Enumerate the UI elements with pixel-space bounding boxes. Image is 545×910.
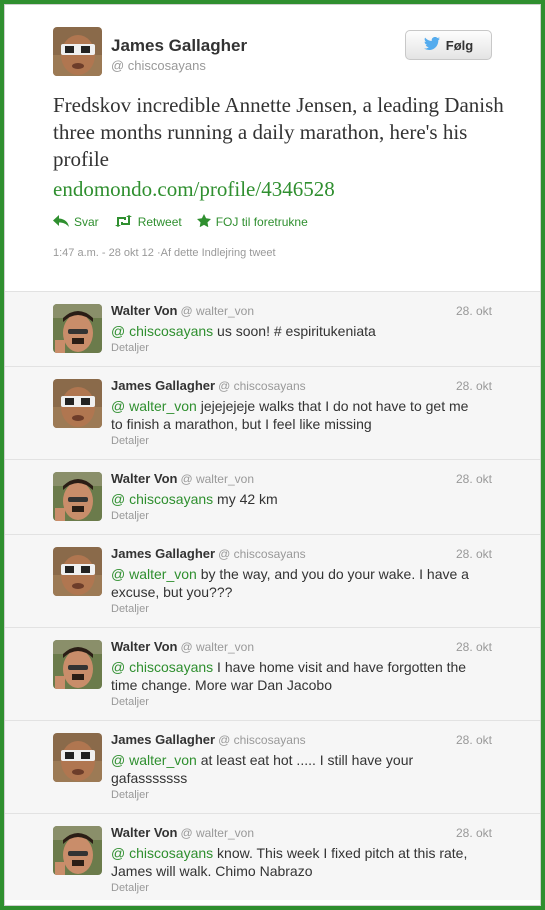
reply-item: Walter Von @ walter_von 28. okt @ chiscos… xyxy=(5,460,540,535)
reply-text: @ chiscosayans my 42 km xyxy=(111,491,278,507)
reply-handle[interactable]: @ walter_von xyxy=(180,826,254,840)
embedded-tweet: James Gallagher @ chiscosayans Følg Fred… xyxy=(4,4,541,906)
reply-handle[interactable]: @ chiscosayans xyxy=(218,547,306,561)
reply-icon xyxy=(53,214,69,230)
reply-details-link[interactable]: Detaljer xyxy=(111,696,149,708)
favorite-action[interactable]: FOJ til foretrukne xyxy=(196,214,308,230)
reply-mention[interactable]: @ chiscosayans xyxy=(111,323,213,339)
reply-mention[interactable]: @ chiscosayans xyxy=(111,659,213,675)
reply-mention[interactable]: @ walter_von xyxy=(111,752,197,768)
retweet-label: Retweet xyxy=(137,215,182,229)
reply-details-link[interactable]: Detaljer xyxy=(111,789,149,801)
tweet-actions: Svar Retweet FOJ til foretrukne xyxy=(53,214,308,230)
reply-item: James Gallagher @ chiscosayans 28. okt @ … xyxy=(5,367,540,460)
tweet-link[interactable]: endomondo.com/profile/4346528 xyxy=(53,177,335,202)
retweet-icon xyxy=(114,214,133,230)
favorite-label: FOJ til foretrukne xyxy=(215,215,308,229)
reply-text: @ chiscosayans I have home visit and hav… xyxy=(111,659,467,693)
reply-date[interactable]: 28. okt xyxy=(456,733,492,747)
reply-text: @ chiscosayans us soon! # espiritukeniat… xyxy=(111,323,376,339)
reply-author[interactable]: James Gallagher @ chiscosayans xyxy=(111,546,306,561)
reply-item: Walter Von @ walter_von 28. okt @ chiscos… xyxy=(5,628,540,721)
avatar-james[interactable] xyxy=(53,733,102,782)
reply-text: @ walter_von by the way, and you do your… xyxy=(111,566,469,600)
reply-item: James Gallagher @ chiscosayans 28. okt @ … xyxy=(5,535,540,628)
reply-details-link[interactable]: Detaljer xyxy=(111,882,149,894)
author-name[interactable]: James Gallagher xyxy=(111,36,247,56)
tweet-meta: 1:47 a.m. - 28 okt 12 ·Af dette Indlejri… xyxy=(53,247,276,259)
reply-action[interactable]: Svar xyxy=(53,214,99,230)
tweet-text: Fredskov incredible Annette Jensen, a le… xyxy=(53,93,504,171)
avatar-walter[interactable] xyxy=(53,826,102,875)
reply-date[interactable]: 28. okt xyxy=(456,547,492,561)
reply-mention[interactable]: @ chiscosayans xyxy=(111,845,213,861)
reply-mention[interactable]: @ walter_von xyxy=(111,398,197,414)
reply-item: Walter Von @ walter_von 28. okt @ chiscos… xyxy=(5,814,540,900)
reply-mention[interactable]: @ walter_von xyxy=(111,566,197,582)
reply-author[interactable]: Walter Von @ walter_von xyxy=(111,639,254,654)
follow-button[interactable]: Følg xyxy=(405,30,492,60)
reply-author[interactable]: Walter Von @ walter_von xyxy=(111,303,254,318)
avatar-james[interactable] xyxy=(53,379,102,428)
reply-item: Walter Von @ walter_von 28. okt @ chiscos… xyxy=(5,292,540,367)
reply-text: @ walter_von at least eat hot ..... I st… xyxy=(111,752,414,786)
reply-date[interactable]: 28. okt xyxy=(456,640,492,654)
twitter-bird-icon xyxy=(423,36,440,53)
reply-handle[interactable]: @ chiscosayans xyxy=(218,733,306,747)
reply-author[interactable]: James Gallagher @ chiscosayans xyxy=(111,732,306,747)
retweet-action[interactable]: Retweet xyxy=(114,214,182,230)
reply-handle[interactable]: @ walter_von xyxy=(180,640,254,654)
reply-author[interactable]: Walter Von @ walter_von xyxy=(111,825,254,840)
avatar-walter[interactable] xyxy=(53,640,102,689)
avatar-walter[interactable] xyxy=(53,304,102,353)
reply-details-link[interactable]: Detaljer xyxy=(111,603,149,615)
reply-text: @ walter_von jejejejeje walks that I do … xyxy=(111,398,469,432)
follow-label: Følg xyxy=(445,37,474,53)
avatar-james[interactable] xyxy=(53,27,102,76)
reply-item: James Gallagher @ chiscosayans 28. okt @ … xyxy=(5,721,540,814)
reply-label: Svar xyxy=(74,215,99,229)
main-tweet: James Gallagher @ chiscosayans Følg Fred… xyxy=(5,5,540,291)
reply-date[interactable]: 28. okt xyxy=(456,379,492,393)
reply-handle[interactable]: @ chiscosayans xyxy=(218,379,306,393)
avatar-walter[interactable] xyxy=(53,472,102,521)
reply-date[interactable]: 28. okt xyxy=(456,472,492,486)
reply-date[interactable]: 28. okt xyxy=(456,304,492,318)
reply-author[interactable]: Walter Von @ walter_von xyxy=(111,471,254,486)
reply-details-link[interactable]: Detaljer xyxy=(111,510,149,522)
reply-date[interactable]: 28. okt xyxy=(456,826,492,840)
reply-text: @ chiscosayans know. This week I fixed p… xyxy=(111,845,468,879)
reply-mention[interactable]: @ chiscosayans xyxy=(111,491,213,507)
reply-author[interactable]: James Gallagher @ chiscosayans xyxy=(111,378,306,393)
avatar-james[interactable] xyxy=(53,547,102,596)
replies-list: Walter Von @ walter_von 28. okt @ chiscos… xyxy=(5,291,540,900)
reply-details-link[interactable]: Detaljer xyxy=(111,342,149,354)
star-icon xyxy=(196,214,211,230)
reply-details-link[interactable]: Detaljer xyxy=(111,435,149,447)
reply-handle[interactable]: @ walter_von xyxy=(180,304,254,318)
reply-handle[interactable]: @ walter_von xyxy=(180,472,254,486)
author-handle[interactable]: @ chiscosayans xyxy=(111,58,206,73)
